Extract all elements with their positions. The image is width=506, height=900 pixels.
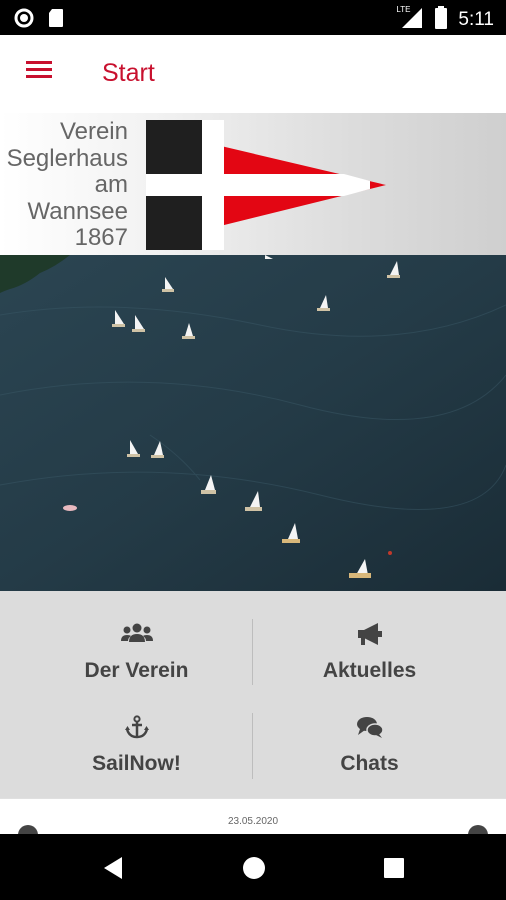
club-name-line: Verein: [59, 118, 128, 145]
sd-card-icon: [48, 8, 64, 33]
club-name-line: 1867: [74, 224, 128, 251]
sailnow-button[interactable]: SailNow!: [10, 715, 263, 808]
home-icon[interactable]: [240, 854, 268, 882]
club-name: Verein Seglerhaus am Wannsee 1867: [6, 118, 129, 252]
record-icon: [14, 8, 34, 33]
lte-signal-icon: LTE: [396, 4, 424, 34]
club-banner: Verein Seglerhaus am Wannsee 1867: [0, 113, 506, 255]
sailing-lake-photo: [0, 255, 506, 591]
tile-label: Chats: [340, 752, 399, 775]
megaphone-icon: [357, 623, 382, 645]
recents-icon[interactable]: [380, 854, 408, 882]
tile-label: Aktuelles: [322, 659, 417, 682]
main-menu-grid: Der Verein Aktuelles SailNow! Chats: [0, 591, 506, 798]
tile-label: Der Verein: [84, 659, 189, 682]
chat-bubbles-icon: [356, 717, 384, 738]
aktuelles-button[interactable]: Aktuelles: [243, 622, 496, 715]
anchor-icon: [124, 715, 149, 739]
chats-button[interactable]: Chats: [243, 715, 496, 808]
club-name-line: am: [94, 171, 128, 198]
club-name-line: Seglerhaus: [6, 144, 128, 172]
page-title: Start: [102, 59, 155, 87]
tile-label: SailNow!: [92, 752, 181, 775]
club-name-line: Wannsee: [27, 197, 129, 225]
status-bar: LTE 5:11: [0, 0, 506, 35]
clock: 5:11: [458, 9, 494, 30]
back-icon[interactable]: [100, 854, 128, 882]
der-verein-button[interactable]: Der Verein: [10, 622, 263, 715]
hero-illustration: [0, 255, 506, 591]
app-bar: Start: [0, 35, 506, 113]
users-icon: [120, 623, 153, 642]
news-date: 23.05.2020: [227, 816, 279, 827]
news-carousel: 23.05.2020: [0, 798, 506, 845]
battery-icon: [434, 6, 448, 34]
system-nav-bar: [0, 834, 506, 900]
network-label: LTE: [396, 4, 411, 14]
club-pennant-logo: [146, 120, 386, 250]
hamburger-menu-icon[interactable]: [20, 57, 60, 91]
